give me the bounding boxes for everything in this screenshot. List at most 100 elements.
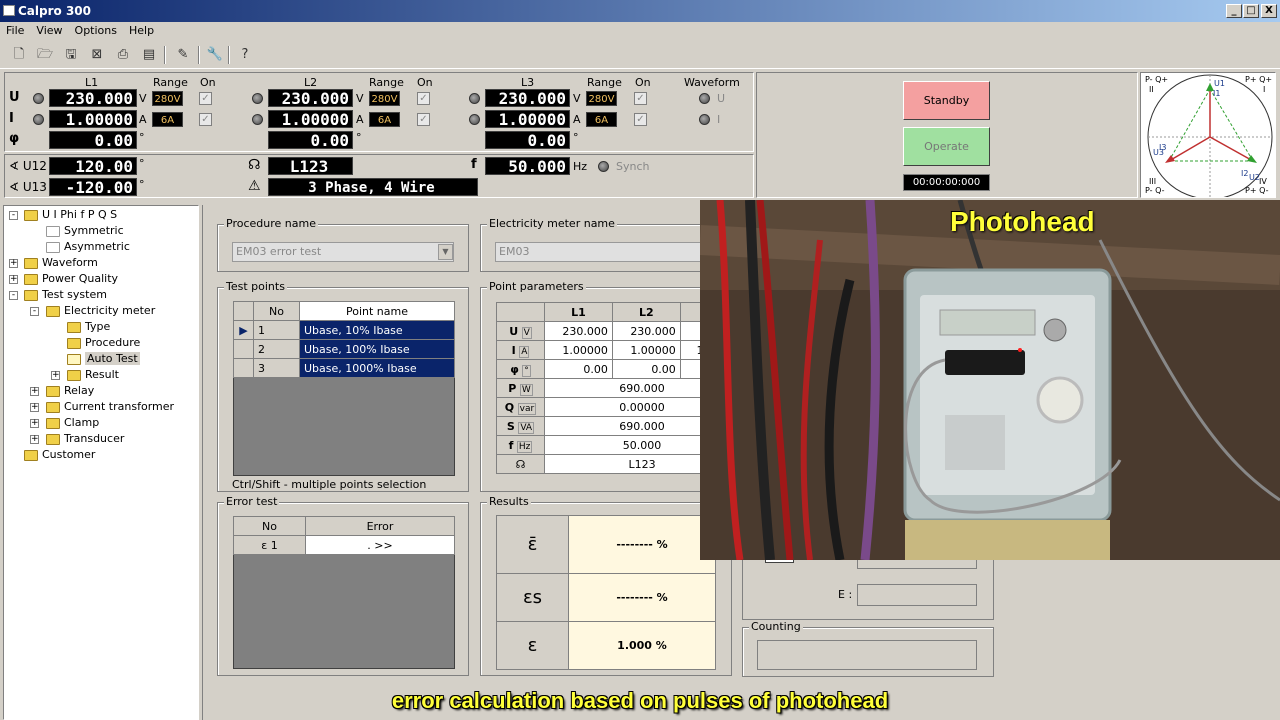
tree-expander[interactable]: + [30,419,39,428]
tree-expander[interactable]: + [30,435,39,444]
l2-u-range[interactable]: 280V [369,91,400,106]
meter-title: Electricity meter name [487,217,617,230]
l1-phi-value[interactable]: 0.00 [49,131,137,150]
l2-i-on-checkbox[interactable]: ✓ [417,113,430,126]
table-row[interactable]: ▶ 1 Ubase, 10% Ibase [233,320,455,340]
tree-item-transducer[interactable]: Transducer [46,431,124,447]
meter-select[interactable]: EM03 [495,242,725,262]
u13-value[interactable]: -120.00 [49,178,137,197]
procedure-select[interactable]: EM03 error test [232,242,454,262]
l2-i-value[interactable]: 1.00000 [268,110,353,129]
table-row[interactable]: 3 Ubase, 1000% Ibase [233,358,455,378]
tree-item-type[interactable]: Type [67,319,110,335]
l1-u-value[interactable]: 230.000 [49,89,137,108]
result-mean-value: -------- % [568,515,716,574]
procedure-group: Procedure name EM03 error test ▼ [217,217,469,272]
menu-bar: File View Options Help [0,22,1280,41]
tree-item-customer[interactable]: Customer [24,447,95,463]
close-button[interactable]: X [1261,4,1277,18]
procedure-value: EM03 error test [236,245,322,258]
menu-help[interactable]: Help [123,22,160,39]
delete-icon[interactable]: ⊠ [86,45,108,65]
row-marker: ▶ [233,320,254,340]
quadrant-i: I [1263,85,1266,94]
l1-i-value[interactable]: 1.00000 [49,110,137,129]
new-file-icon[interactable]: 🗋 [8,45,30,65]
l3-i-led[interactable] [469,114,480,125]
chevron-down-icon[interactable]: ▼ [438,244,453,260]
tree-item-test-system[interactable]: Test system [24,287,107,303]
tree-expander[interactable]: + [51,371,60,380]
l2-phi-value[interactable]: 0.00 [268,131,353,150]
menu-view[interactable]: View [30,22,68,39]
phase-sequence-value[interactable]: L123 [268,157,353,176]
tree-expander[interactable]: - [9,211,18,220]
tree-expander[interactable]: - [9,291,18,300]
table-row[interactable]: ε 1. >> [233,535,455,555]
l3-u-value[interactable]: 230.000 [485,89,570,108]
tree-expander[interactable]: + [30,403,39,412]
connection-mode-value[interactable]: 3 Phase, 4 Wire [268,178,478,196]
error-test-title: Error test [224,495,280,508]
param-f-label: f [508,438,514,452]
e-field[interactable] [857,584,977,606]
l2-u-on-checkbox[interactable]: ✓ [417,92,430,105]
tree-item-auto-test[interactable]: Auto Test [67,351,140,367]
l1-i-range[interactable]: 6A [152,112,183,127]
l3-phi-value[interactable]: 0.00 [485,131,570,150]
l2-i-led[interactable] [252,114,263,125]
help-icon[interactable]: ? [234,45,256,65]
preview-icon[interactable]: ▤ [138,45,160,65]
l3-u-range[interactable]: 280V [586,91,617,106]
operate-button[interactable]: Operate [903,127,990,166]
tree-item-asymmetric[interactable]: Asymmetric [46,239,130,255]
wrench-icon[interactable]: 🔧 [204,45,226,65]
frequency-value[interactable]: 50.000 [485,157,570,176]
open-folder-icon[interactable]: 🗁 [34,45,56,65]
l3-u-on-checkbox[interactable]: ✓ [634,92,647,105]
tree-item-relay[interactable]: Relay [46,383,94,399]
menu-options[interactable]: Options [69,22,123,39]
l1-i-on-checkbox[interactable]: ✓ [199,113,212,126]
l3-i-value[interactable]: 1.00000 [485,110,570,129]
l1-u-led[interactable] [33,93,44,104]
table-row[interactable]: 2 Ubase, 100% Ibase [233,339,455,359]
l1-u-range[interactable]: 280V [152,91,183,106]
tree-item-procedure[interactable]: Procedure [67,335,140,351]
tree-item-symmetric[interactable]: Symmetric [46,223,124,239]
tree-expander[interactable]: + [9,275,18,284]
u13-label: ∢ U13 [9,180,47,194]
col-no: No [253,301,300,321]
l2-u-led[interactable] [252,93,263,104]
tree-expander[interactable]: + [9,259,18,268]
l3-u-led[interactable] [469,93,480,104]
tree-item-uiphi[interactable]: U I Phi f P Q S [24,207,117,223]
frequency-label: f [471,157,477,172]
tree-item-result[interactable]: Result [67,367,119,383]
minimize-button[interactable]: _ [1226,4,1242,18]
waveform-u-led[interactable] [699,93,710,104]
tree-item-clamp[interactable]: Clamp [46,415,99,431]
tree-item-power-quality[interactable]: Power Quality [24,271,118,287]
save-icon[interactable]: 🖫 [60,45,82,65]
tree-expander[interactable]: - [30,307,39,316]
l2-i-range[interactable]: 6A [369,112,400,127]
print-icon[interactable]: ⎙ [112,45,134,65]
synch-led[interactable] [598,161,609,172]
standby-button[interactable]: Standby [903,81,990,120]
u12-value[interactable]: 120.00 [49,157,137,176]
waveform-i-led[interactable] [699,114,710,125]
tree-item-waveform[interactable]: Waveform [24,255,98,271]
l2-u-value[interactable]: 230.000 [268,89,353,108]
l1-u-on-checkbox[interactable]: ✓ [199,92,212,105]
tree-expander[interactable]: + [30,387,39,396]
tools-icon[interactable]: ✎ [172,45,194,65]
maximize-button[interactable]: □ [1243,4,1259,18]
tree-item-current-transformer[interactable]: Current transformer [46,399,174,415]
l3-i-range[interactable]: 6A [586,112,617,127]
tree-item-electricity-meter[interactable]: Electricity meter [46,303,155,319]
error-row-value: . >> [305,535,455,555]
l1-i-led[interactable] [33,114,44,125]
l3-i-on-checkbox[interactable]: ✓ [634,113,647,126]
menu-file[interactable]: File [0,22,30,39]
